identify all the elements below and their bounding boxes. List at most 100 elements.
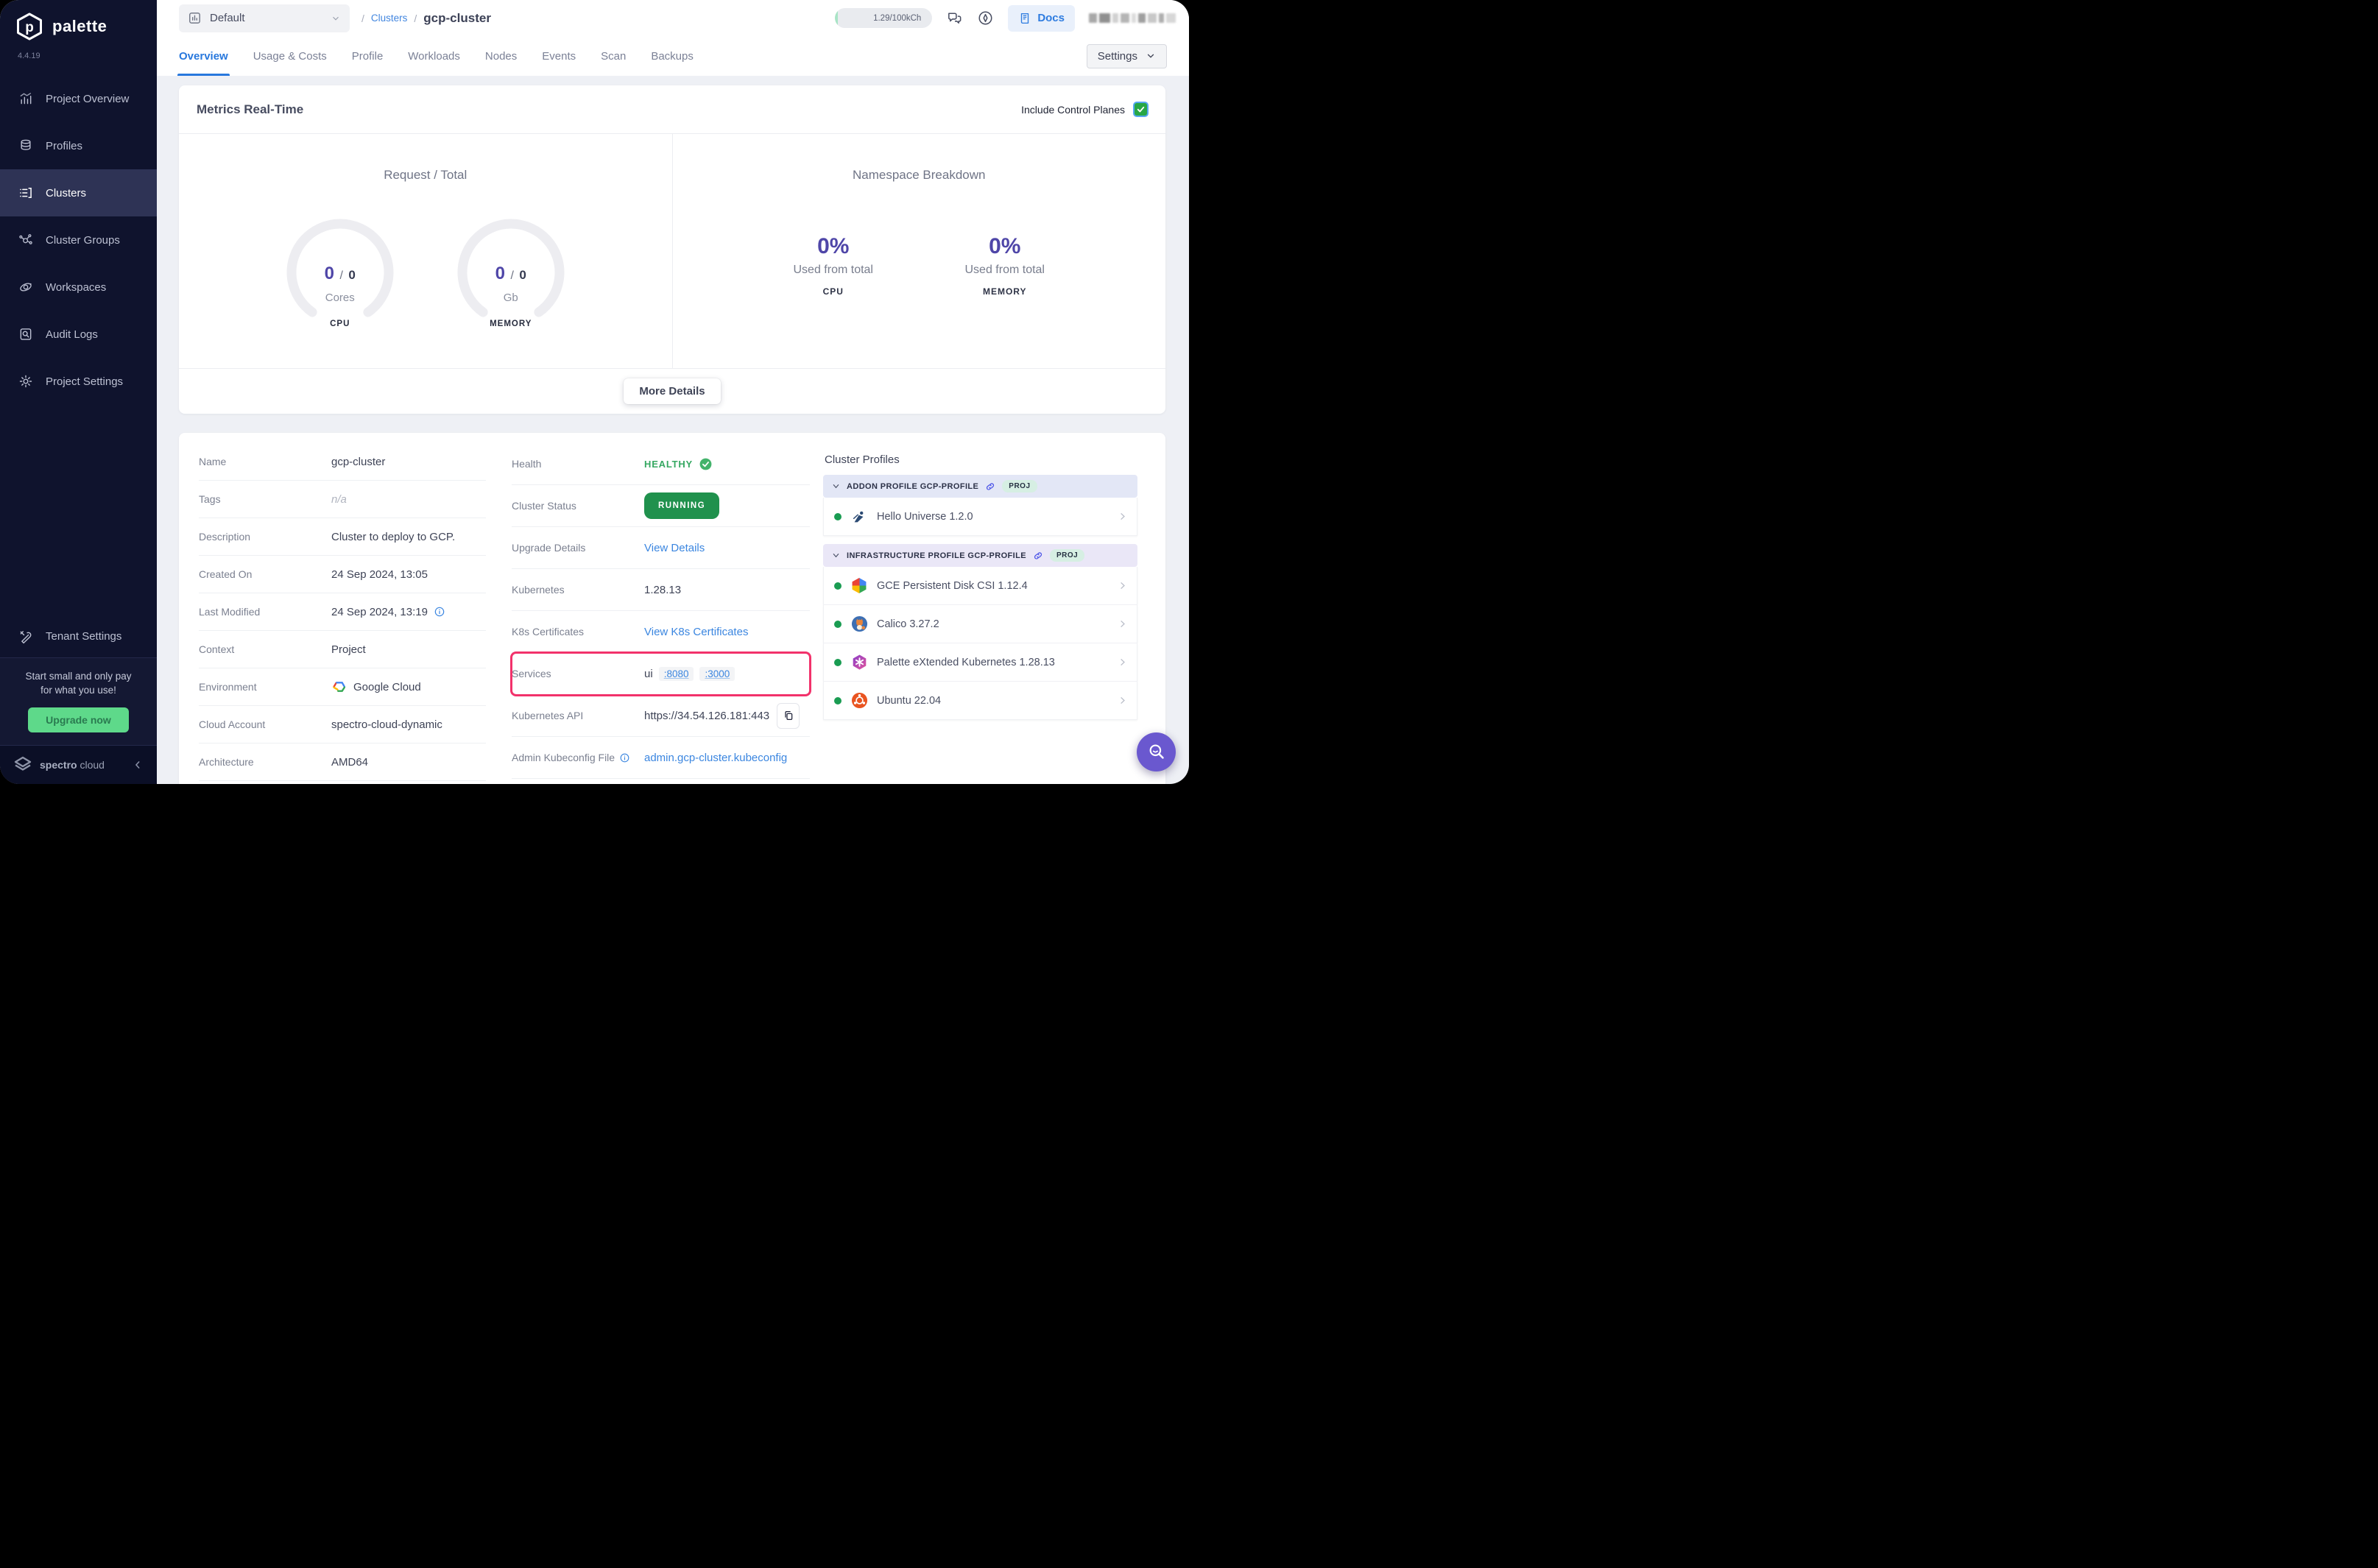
infrastructure-profile-header[interactable]: INFRASTRUCTURE PROFILE GCP-PROFILE PROJ <box>823 544 1137 567</box>
project-chart-icon <box>189 13 200 24</box>
detail-row-kubernetes-api: Kubernetes API https://34.54.126.181:443 <box>512 695 810 737</box>
cpu-caption: Used from total <box>793 264 873 276</box>
project-selector-value: Default <box>210 12 245 24</box>
profile-item-name: Calico 3.27.2 <box>877 618 939 630</box>
addon-profile-header[interactable]: ADDON PROFILE GCP-PROFILE PROJ <box>823 475 1137 498</box>
sidebar-item-label: Tenant Settings <box>46 630 122 643</box>
profile-item-calico[interactable]: Calico 3.27.2 <box>823 605 1137 643</box>
breadcrumb-separator: / <box>361 12 364 24</box>
detail-row-admin-kubeconfig: Admin Kubeconfig File admin.gcp-cluster.… <box>512 737 810 779</box>
sidebar-item-label: Project Overview <box>46 92 130 105</box>
detail-row-description: Description Cluster to deploy to GCP. <box>199 518 486 556</box>
namespace-breakdown-title: Namespace Breakdown <box>853 168 986 182</box>
magnifier-icon <box>1149 744 1164 759</box>
sidebar-item-workspaces[interactable]: Workspaces <box>0 264 157 311</box>
palette-extended-kubernetes-logo <box>850 654 868 671</box>
breadcrumb-separator: / <box>414 12 417 24</box>
gce-persistent-disk-logo <box>850 577 868 595</box>
tab-overview[interactable]: Overview <box>177 36 230 76</box>
audit-search-icon <box>20 328 32 340</box>
link-icon[interactable] <box>1033 551 1043 561</box>
collapse-sidebar-chevron[interactable] <box>132 759 144 771</box>
chevron-right-icon <box>1117 511 1128 522</box>
detail-row-kubernetes: Kubernetes 1.28.13 <box>512 569 810 611</box>
health-status-text: HEALTHY <box>644 458 694 470</box>
sidebar: p palette 4.4.19 Project Overview Profil… <box>0 0 157 784</box>
profile-item-gce-disk[interactable]: GCE Persistent Disk CSI 1.12.4 <box>823 567 1137 605</box>
info-icon[interactable] <box>434 606 445 618</box>
profile-item-pxk[interactable]: Palette eXtended Kubernetes 1.28.13 <box>823 643 1137 682</box>
sidebar-item-tenant-settings[interactable]: Tenant Settings <box>0 616 157 657</box>
tab-nodes[interactable]: Nodes <box>485 36 517 76</box>
status-dot-green <box>834 658 842 666</box>
status-dot-green <box>834 582 842 590</box>
cpu-gauge-unit: Cores <box>325 292 355 304</box>
settings-label: Settings <box>1097 49 1137 63</box>
user-account-redacted[interactable] <box>1089 13 1176 23</box>
status-dot-green <box>834 620 842 628</box>
compass-icon[interactable] <box>977 10 994 27</box>
clusters-icon <box>20 188 32 198</box>
breadcrumb-link-clusters[interactable]: Clusters <box>371 13 408 24</box>
sidebar-item-profiles[interactable]: Profiles <box>0 122 157 169</box>
running-status-pill[interactable]: RUNNING <box>644 492 720 519</box>
tab-scan[interactable]: Scan <box>601 36 626 76</box>
tab-workloads[interactable]: Workloads <box>408 36 460 76</box>
hello-universe-logo <box>850 508 868 526</box>
settings-dropdown-button[interactable]: Settings <box>1086 43 1167 68</box>
proj-scope-badge: PROJ <box>1002 480 1037 492</box>
tab-events[interactable]: Events <box>542 36 576 76</box>
usage-quota-badge[interactable]: 1.29/100kCh <box>835 8 933 28</box>
tab-usage-costs[interactable]: Usage & Costs <box>253 36 327 76</box>
sidebar-item-cluster-groups[interactable]: Cluster Groups <box>0 216 157 264</box>
check-icon <box>1137 106 1145 113</box>
profile-item-ubuntu[interactable]: Ubuntu 22.04 <box>823 682 1137 720</box>
breadcrumb: / Clusters / gcp-cluster <box>361 11 491 26</box>
brand-logo: p palette <box>0 0 157 41</box>
link-icon[interactable] <box>985 481 995 492</box>
cluster-tabs: Overview Usage & Costs Profile Workloads… <box>157 36 1189 76</box>
detail-row-services-highlighted: Services ui :8080 :3000 <box>510 651 811 696</box>
main-area: Default / Clusters / gcp-cluster 1.29/10… <box>157 0 1189 784</box>
profile-item-hello-universe[interactable]: Hello Universe 1.2.0 <box>823 498 1137 536</box>
calico-logo <box>850 615 868 633</box>
chevron-right-icon <box>1117 695 1128 706</box>
sidebar-item-label: Profiles <box>46 139 83 152</box>
sidebar-item-audit-logs[interactable]: Audit Logs <box>0 311 157 358</box>
sidebar-item-clusters[interactable]: Clusters <box>0 169 157 216</box>
google-cloud-icon <box>333 682 346 692</box>
status-dot-green <box>834 696 842 704</box>
upgrade-now-button[interactable]: Upgrade now <box>28 707 129 732</box>
kubeconfig-download-link[interactable]: admin.gcp-cluster.kubeconfig <box>644 752 787 764</box>
cpu-gauge-label: CPU <box>330 319 350 328</box>
detail-row-upgrade-details: Upgrade Details View Details <box>512 527 810 569</box>
copy-api-url-button[interactable] <box>777 702 800 729</box>
include-control-planes-checkbox[interactable] <box>1133 102 1149 117</box>
include-control-planes-label: Include Control Planes <box>1021 103 1125 116</box>
docs-button[interactable]: Docs <box>1008 4 1075 32</box>
check-circle-icon <box>699 458 712 470</box>
sidebar-footer: spectro cloud <box>0 746 157 784</box>
addon-profile-name: ADDON PROFILE GCP-PROFILE <box>847 481 979 491</box>
info-icon[interactable] <box>619 752 630 763</box>
tab-profile[interactable]: Profile <box>352 36 384 76</box>
gear-icon <box>19 375 32 388</box>
layers-icon <box>21 139 31 150</box>
tab-backups[interactable]: Backups <box>651 36 694 76</box>
sidebar-item-label: Audit Logs <box>46 328 98 341</box>
more-details-button[interactable]: More Details <box>624 378 721 404</box>
promo-text-line1: Start small and only pay <box>25 670 132 682</box>
memory-gauge: 0 / 0 Gb MEMORY <box>452 216 570 334</box>
chevron-down-icon <box>331 13 341 24</box>
chat-icon[interactable] <box>946 10 963 27</box>
service-port-8080-link[interactable]: :8080 <box>658 666 694 681</box>
docs-label: Docs <box>1037 12 1065 24</box>
view-k8s-certificates-link[interactable]: View K8s Certificates <box>644 626 748 638</box>
service-port-3000-link[interactable]: :3000 <box>699 666 735 681</box>
view-details-link[interactable]: View Details <box>644 542 705 554</box>
project-selector-dropdown[interactable]: Default <box>179 4 350 32</box>
chevron-down-icon <box>833 484 839 489</box>
search-fab-button[interactable] <box>1137 732 1176 771</box>
sidebar-item-project-settings[interactable]: Project Settings <box>0 358 157 405</box>
sidebar-item-project-overview[interactable]: Project Overview <box>0 75 157 122</box>
